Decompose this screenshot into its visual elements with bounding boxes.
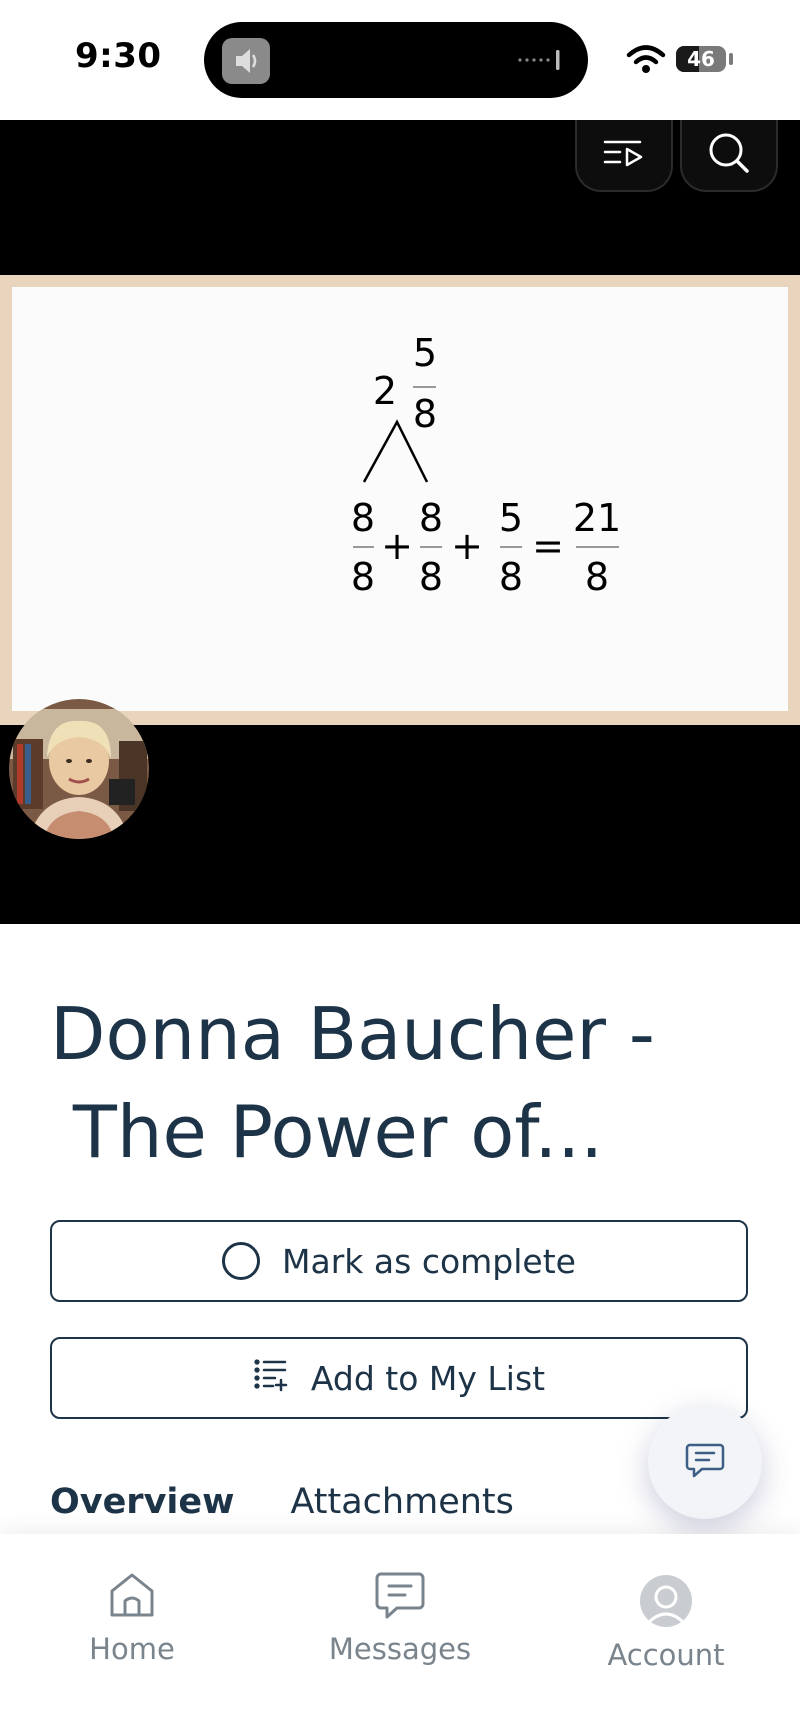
list-add-icon (253, 1356, 289, 1400)
avatar (640, 1575, 692, 1627)
term1-num: 8 (351, 496, 375, 540)
home-icon (32, 1564, 232, 1626)
nav-home-label: Home (89, 1632, 175, 1666)
plus-2: + (451, 524, 483, 568)
lesson-slide: 2 5 8 8 8 + 8 8 + 5 8 = 21 8 (12, 287, 788, 711)
sound-icon (222, 38, 270, 84)
lesson-title: Donna Baucher - The Power of... (50, 985, 750, 1181)
battery-tip (729, 53, 733, 65)
nav-account-label: Account (607, 1638, 725, 1672)
mark-complete-button[interactable]: Mark as complete (50, 1220, 748, 1302)
dynamic-island (204, 22, 588, 98)
status-bar: 9:30 46 (0, 0, 800, 120)
term2-den: 8 (419, 555, 443, 599)
nav-messages-label: Messages (328, 1632, 472, 1666)
content-tabs: Overview Attachments (50, 1482, 514, 1532)
result-den: 8 (585, 555, 609, 599)
equals: = (532, 524, 564, 568)
tab-attachments[interactable]: Attachments (290, 1482, 513, 1532)
term3-den: 8 (499, 555, 523, 599)
lesson-title-line2: The Power of... (50, 1090, 604, 1174)
term3-num: 5 (499, 496, 523, 540)
chat-button[interactable] (648, 1405, 762, 1519)
search-button[interactable] (680, 120, 778, 192)
term2-num: 8 (419, 496, 443, 540)
nav-home[interactable]: Home (32, 1564, 232, 1666)
mark-complete-label: Mark as complete (282, 1241, 576, 1281)
plus-1: + (381, 524, 413, 568)
mixed-whole: 2 (373, 369, 397, 413)
wifi-icon (626, 44, 666, 74)
term1-den: 8 (351, 555, 375, 599)
status-time: 9:30 (75, 36, 162, 76)
tab-overview[interactable]: Overview (50, 1482, 234, 1532)
result-num: 21 (573, 496, 621, 540)
mixed-numerator: 5 (413, 331, 437, 375)
account-icon (566, 1570, 766, 1632)
video-player[interactable]: 2 5 8 8 8 + 8 8 + 5 8 = 21 8 (0, 120, 800, 924)
playlist-icon (602, 136, 646, 174)
add-to-list-label: Add to My List (310, 1358, 546, 1398)
search-icon (707, 131, 751, 179)
chat-icon (685, 1441, 725, 1483)
lesson-title-line1: Donna Baucher - (50, 992, 655, 1076)
mixed-denominator: 8 (413, 392, 437, 436)
video-frame[interactable]: 2 5 8 8 8 + 8 8 + 5 8 = 21 8 (0, 275, 800, 839)
presenter-webcam (9, 699, 149, 839)
volume-level-icon (516, 48, 566, 72)
bottom-nav: Home Messages Account (0, 1534, 800, 1732)
nav-messages[interactable]: Messages (300, 1564, 500, 1666)
add-to-list-button[interactable]: Add to My List (50, 1337, 748, 1419)
playlist-button[interactable] (575, 120, 673, 192)
messages-icon (300, 1564, 500, 1626)
battery-indicator: 46 (676, 46, 726, 72)
circle-icon (222, 1242, 261, 1280)
fraction-equation: 2 5 8 8 8 + 8 8 + 5 8 = 21 8 (351, 331, 621, 599)
battery-percent: 46 (687, 47, 715, 71)
nav-account[interactable]: Account (566, 1570, 766, 1672)
